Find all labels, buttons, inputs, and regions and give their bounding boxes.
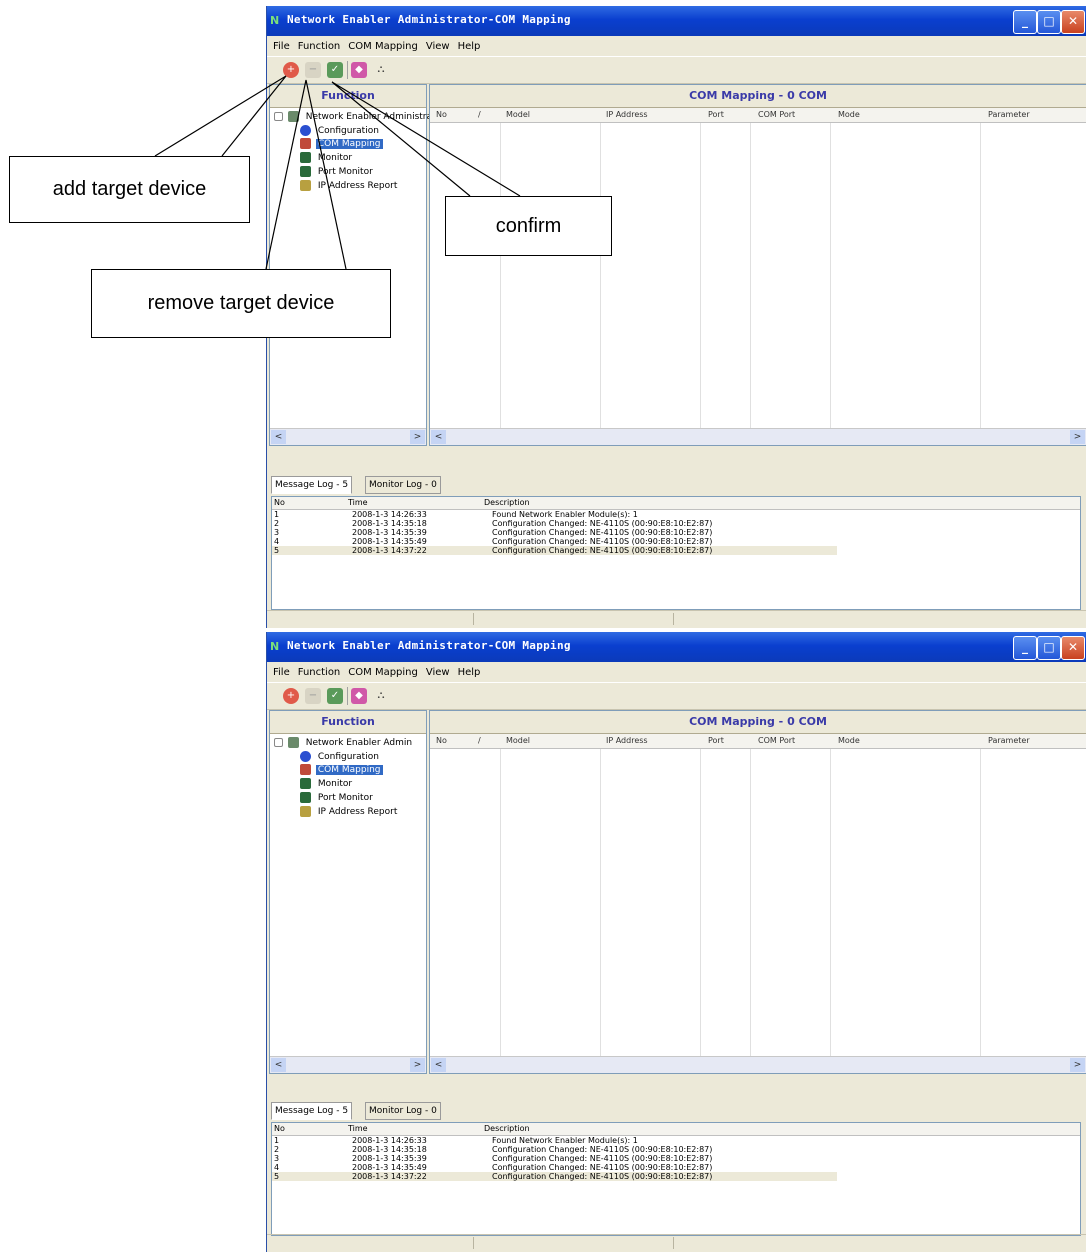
callout-remove-pointer <box>265 79 347 270</box>
callout-remove-text: remove target device <box>147 292 335 314</box>
callout-add-pointer <box>154 75 287 157</box>
callout-remove-target: remove target device <box>91 269 391 338</box>
callout-add-target: add target device <box>9 156 250 223</box>
callout-confirm-pointer <box>331 81 521 197</box>
callout-confirm-text: confirm <box>495 215 562 237</box>
callout-confirm: confirm <box>445 196 612 256</box>
callout-add-text: add target device <box>52 178 207 200</box>
